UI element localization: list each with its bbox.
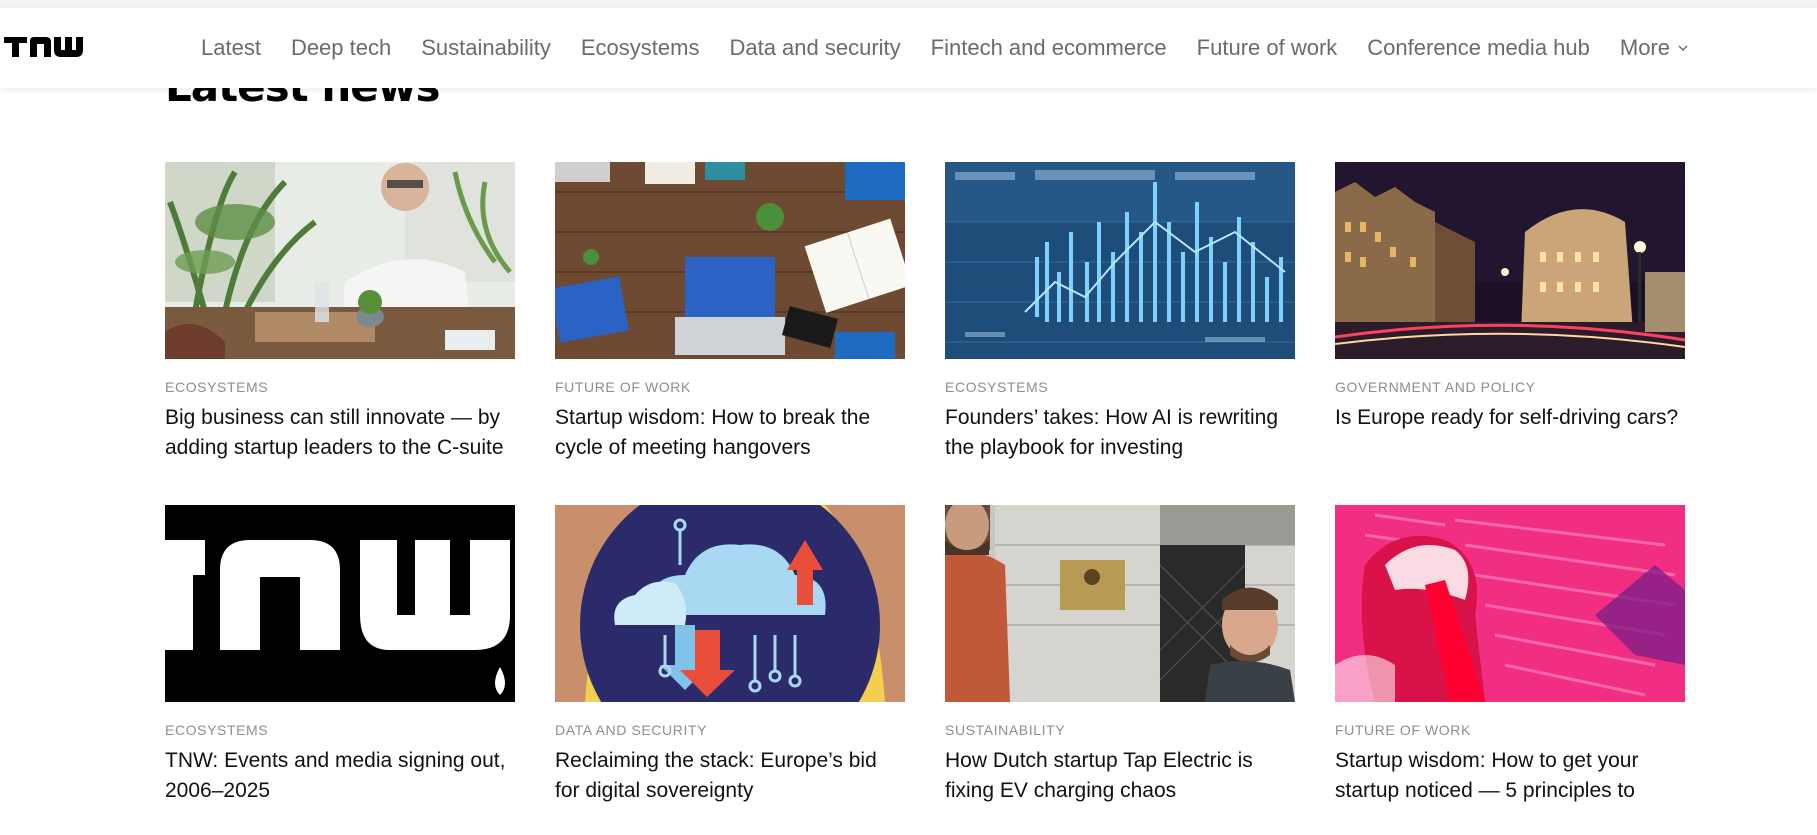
- article-grid: ECOSYSTEMS Big business can still innova…: [165, 162, 1685, 806]
- article-headline[interactable]: Is Europe ready for self-driving cars?: [1335, 403, 1685, 433]
- tnw-logo[interactable]: [4, 34, 88, 60]
- nav-item-more[interactable]: More: [1620, 35, 1690, 61]
- nav-item-label: Future of work: [1196, 35, 1338, 60]
- article-thumbnail[interactable]: [165, 505, 515, 702]
- article-headline[interactable]: Startup wisdom: How to break the cycle o…: [555, 403, 905, 463]
- article-card[interactable]: ECOSYSTEMS TNW: Events and media signing…: [165, 505, 515, 806]
- article-headline[interactable]: How Dutch startup Tap Electric is fixing…: [945, 746, 1295, 806]
- article-thumbnail[interactable]: [945, 505, 1295, 702]
- article-card[interactable]: SUSTAINABILITY How Dutch startup Tap Ele…: [945, 505, 1295, 806]
- article-category[interactable]: SUSTAINABILITY: [945, 722, 1295, 738]
- nav-item-deep-tech[interactable]: Deep tech: [291, 35, 391, 61]
- article-card[interactable]: DATA AND SECURITY Reclaiming the stack: …: [555, 505, 905, 806]
- article-card[interactable]: FUTURE OF WORK Startup wisdom: How to br…: [555, 162, 905, 463]
- nav-item-future-of-work[interactable]: Future of work: [1197, 35, 1338, 61]
- nav-item-label: Conference media hub: [1367, 35, 1590, 60]
- article-headline[interactable]: TNW: Events and media signing out, 2006–…: [165, 746, 515, 806]
- nav-item-data-and-security[interactable]: Data and security: [729, 35, 900, 61]
- article-category[interactable]: ECOSYSTEMS: [165, 379, 515, 395]
- article-headline[interactable]: Reclaiming the stack: Europe’s bid for d…: [555, 746, 905, 806]
- article-thumbnail[interactable]: [1335, 505, 1685, 702]
- article-category[interactable]: GOVERNMENT AND POLICY: [1335, 379, 1685, 395]
- nav-item-fintech-and-ecommerce[interactable]: Fintech and ecommerce: [931, 35, 1167, 61]
- article-card[interactable]: ECOSYSTEMS Big business can still innova…: [165, 162, 515, 463]
- article-headline[interactable]: Big business can still innovate — by add…: [165, 403, 515, 463]
- article-thumbnail[interactable]: [165, 162, 515, 359]
- nav-item-label: Sustainability: [421, 35, 551, 60]
- article-category[interactable]: DATA AND SECURITY: [555, 722, 905, 738]
- nav-item-label: Fintech and ecommerce: [930, 35, 1167, 60]
- nav-item-label: Ecosystems: [580, 35, 700, 60]
- browser-top-strip: [0, 0, 1817, 8]
- article-thumbnail[interactable]: [1335, 162, 1685, 359]
- article-category[interactable]: ECOSYSTEMS: [165, 722, 515, 738]
- article-headline[interactable]: Startup wisdom: How to get your startup …: [1335, 746, 1685, 806]
- nav-item-label: More: [1619, 35, 1670, 60]
- article-card[interactable]: FUTURE OF WORK Startup wisdom: How to ge…: [1335, 505, 1685, 806]
- chevron-down-icon: [1678, 45, 1688, 52]
- nav-item-ecosystems[interactable]: Ecosystems: [581, 35, 700, 61]
- article-thumbnail[interactable]: [555, 162, 905, 359]
- article-card[interactable]: ECOSYSTEMS Founders’ takes: How AI is re…: [945, 162, 1295, 463]
- nav-item-label: Latest: [201, 35, 261, 60]
- nav-item-conference-media-hub[interactable]: Conference media hub: [1367, 35, 1590, 61]
- article-category[interactable]: ECOSYSTEMS: [945, 379, 1295, 395]
- nav-item-label: Deep tech: [290, 35, 392, 60]
- site-header: Latest Deep tech Sustainability Ecosyste…: [0, 8, 1817, 88]
- nav-item-sustainability[interactable]: Sustainability: [421, 35, 551, 61]
- article-category[interactable]: FUTURE OF WORK: [555, 379, 905, 395]
- article-thumbnail[interactable]: [555, 505, 905, 702]
- nav-item-label: Data and security: [729, 35, 901, 60]
- main-nav: Latest Deep tech Sustainability Ecosyste…: [201, 8, 1690, 88]
- article-category[interactable]: FUTURE OF WORK: [1335, 722, 1685, 738]
- article-headline[interactable]: Founders’ takes: How AI is rewriting the…: [945, 403, 1295, 463]
- article-thumbnail[interactable]: [945, 162, 1295, 359]
- nav-item-latest[interactable]: Latest: [201, 35, 261, 61]
- article-card[interactable]: GOVERNMENT AND POLICY Is Europe ready fo…: [1335, 162, 1685, 463]
